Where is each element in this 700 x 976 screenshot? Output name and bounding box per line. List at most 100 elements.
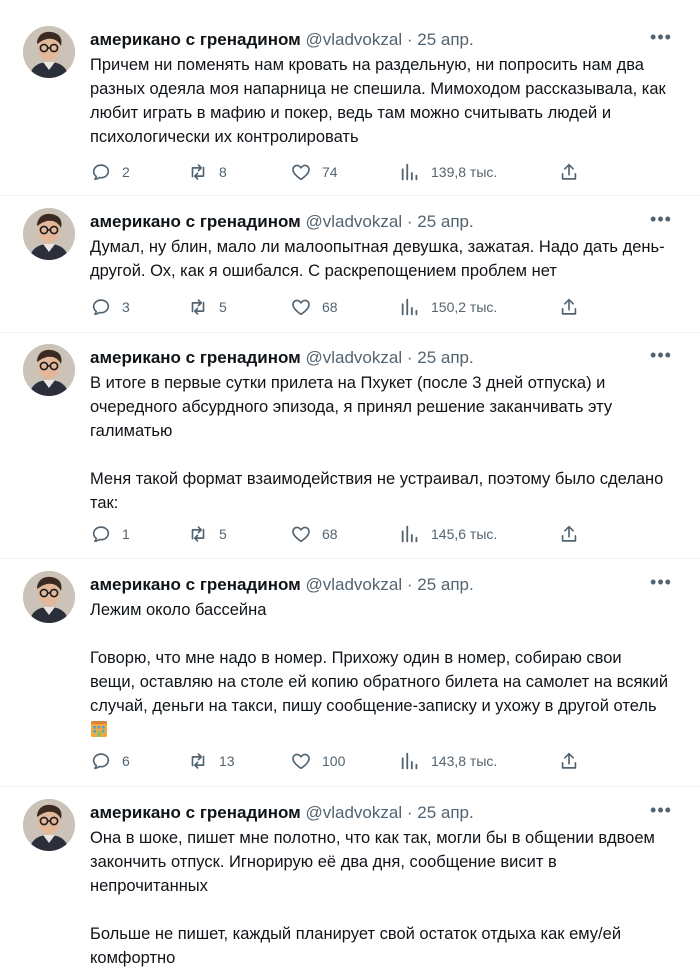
retweet-button[interactable]: 5: [187, 295, 227, 319]
tweet-date[interactable]: 25 апр.: [417, 212, 473, 231]
tweet-header: американо с гренадином @vladvokzal · 25 …: [90, 346, 660, 370]
tweet-text: Она в шоке, пишет мне полотно, что как т…: [90, 829, 655, 967]
author-name[interactable]: американо с гренадином: [90, 575, 301, 594]
tweet-actions: 2 8 74 139,8 тыс.: [90, 160, 590, 184]
tweet-date[interactable]: 25 апр.: [417, 30, 473, 49]
share-button[interactable]: [558, 749, 580, 773]
tweet-text: Лежим около бассейна Говорю, что мне над…: [90, 601, 669, 715]
share-icon: [561, 298, 577, 315]
reply-icon: [92, 164, 110, 181]
views-button[interactable]: 145,6 тыс.: [399, 522, 497, 546]
tweet-actions: 6 13 100 143,8 тыс.: [90, 749, 590, 773]
reply-count: 2: [122, 164, 130, 180]
share-button[interactable]: [558, 295, 580, 319]
author-name[interactable]: американо с гренадином: [90, 803, 301, 822]
reply-count: 6: [122, 753, 130, 769]
like-count: 100: [322, 753, 346, 769]
views-button[interactable]: 139,8 тыс.: [399, 160, 497, 184]
retweet-button[interactable]: 5: [187, 522, 227, 546]
views-button[interactable]: 150,2 тыс.: [399, 295, 497, 319]
like-icon: [292, 299, 310, 316]
reply-icon: [92, 753, 110, 770]
hotel-emoji: [91, 721, 107, 737]
retweet-button[interactable]: 8: [187, 160, 227, 184]
views-icon: [401, 163, 418, 181]
tweet[interactable]: американо с гренадином @vladvokzal · 25 …: [0, 26, 700, 196]
separator: ·: [406, 348, 413, 367]
avatar[interactable]: [23, 26, 75, 78]
views-button[interactable]: 143,8 тыс.: [399, 749, 497, 773]
avatar[interactable]: [23, 571, 75, 623]
like-icon: [292, 753, 310, 770]
separator: ·: [406, 803, 413, 822]
retweet-icon: [191, 164, 205, 180]
more-icon[interactable]: •••: [650, 346, 672, 364]
author-handle[interactable]: @vladvokzal: [305, 212, 402, 231]
author-handle[interactable]: @vladvokzal: [305, 575, 402, 594]
reply-button[interactable]: 1: [90, 522, 130, 546]
more-icon[interactable]: •••: [650, 801, 672, 819]
author-name[interactable]: американо с гренадином: [90, 212, 301, 231]
author-handle[interactable]: @vladvokzal: [305, 348, 402, 367]
tweet[interactable]: американо с гренадином @vladvokzal · 25 …: [0, 344, 700, 559]
separator: ·: [406, 30, 413, 49]
author-name[interactable]: американо с гренадином: [90, 30, 301, 49]
tweet-actions: 1 5 68 145,6 тыс.: [90, 522, 590, 546]
views-count: 139,8 тыс.: [431, 164, 498, 180]
tweet[interactable]: американо с гренадином @vladvokzal · 25 …: [0, 799, 700, 976]
reply-icon: [92, 526, 110, 543]
separator: ·: [406, 575, 413, 594]
share-icon: [561, 752, 577, 769]
reply-button[interactable]: 3: [90, 295, 130, 319]
retweet-count: 8: [219, 164, 227, 180]
share-button[interactable]: [558, 522, 580, 546]
divider: [0, 558, 700, 559]
avatar[interactable]: [23, 344, 75, 396]
reply-count: 1: [122, 526, 130, 542]
like-count: 68: [322, 299, 338, 315]
tweet-date[interactable]: 25 апр.: [417, 575, 473, 594]
more-icon[interactable]: •••: [650, 28, 672, 46]
like-button[interactable]: 74: [290, 160, 338, 184]
share-button[interactable]: [558, 160, 580, 184]
views-count: 143,8 тыс.: [431, 753, 498, 769]
like-button[interactable]: 68: [290, 522, 338, 546]
like-icon: [292, 164, 310, 181]
divider: [0, 786, 700, 787]
separator: ·: [406, 212, 413, 231]
views-icon: [401, 298, 418, 316]
retweet-count: 5: [219, 526, 227, 542]
divider: [0, 332, 700, 333]
views-icon: [401, 752, 418, 770]
tweet[interactable]: американо с гренадином @vladvokzal · 25 …: [0, 571, 700, 786]
tweet-date[interactable]: 25 апр.: [417, 348, 473, 367]
tweet[interactable]: американо с гренадином @vladvokzal · 25 …: [0, 208, 700, 333]
like-icon: [292, 526, 310, 543]
avatar[interactable]: [23, 208, 75, 260]
author-name[interactable]: американо с гренадином: [90, 348, 301, 367]
like-button[interactable]: 68: [290, 295, 338, 319]
author-handle[interactable]: @vladvokzal: [305, 30, 402, 49]
views-icon: [401, 525, 418, 543]
avatar[interactable]: [23, 799, 75, 851]
like-button[interactable]: 100: [290, 749, 345, 773]
retweet-icon: [191, 753, 205, 769]
retweet-count: 5: [219, 299, 227, 315]
more-icon[interactable]: •••: [650, 573, 672, 591]
reply-button[interactable]: 6: [90, 749, 130, 773]
like-count: 68: [322, 526, 338, 542]
tweet-thread: американо с гренадином @vladvokzal · 25 …: [0, 0, 700, 976]
reply-icon: [92, 299, 110, 316]
tweet-text: Думал, ну блин, мало ли малоопытная деву…: [90, 238, 665, 280]
tweet-text: В итоге в первые сутки прилета на Пхукет…: [90, 374, 664, 512]
retweet-icon: [191, 299, 205, 315]
reply-button[interactable]: 2: [90, 160, 130, 184]
retweet-count: 13: [219, 753, 235, 769]
like-count: 74: [322, 164, 338, 180]
retweet-button[interactable]: 13: [187, 749, 235, 773]
tweet-date[interactable]: 25 апр.: [417, 803, 473, 822]
tweet-actions: 3 5 68 150,2 тыс.: [90, 295, 590, 319]
author-handle[interactable]: @vladvokzal: [305, 803, 402, 822]
tweet-header: американо с гренадином @vladvokzal · 25 …: [90, 28, 660, 52]
more-icon[interactable]: •••: [650, 210, 672, 228]
